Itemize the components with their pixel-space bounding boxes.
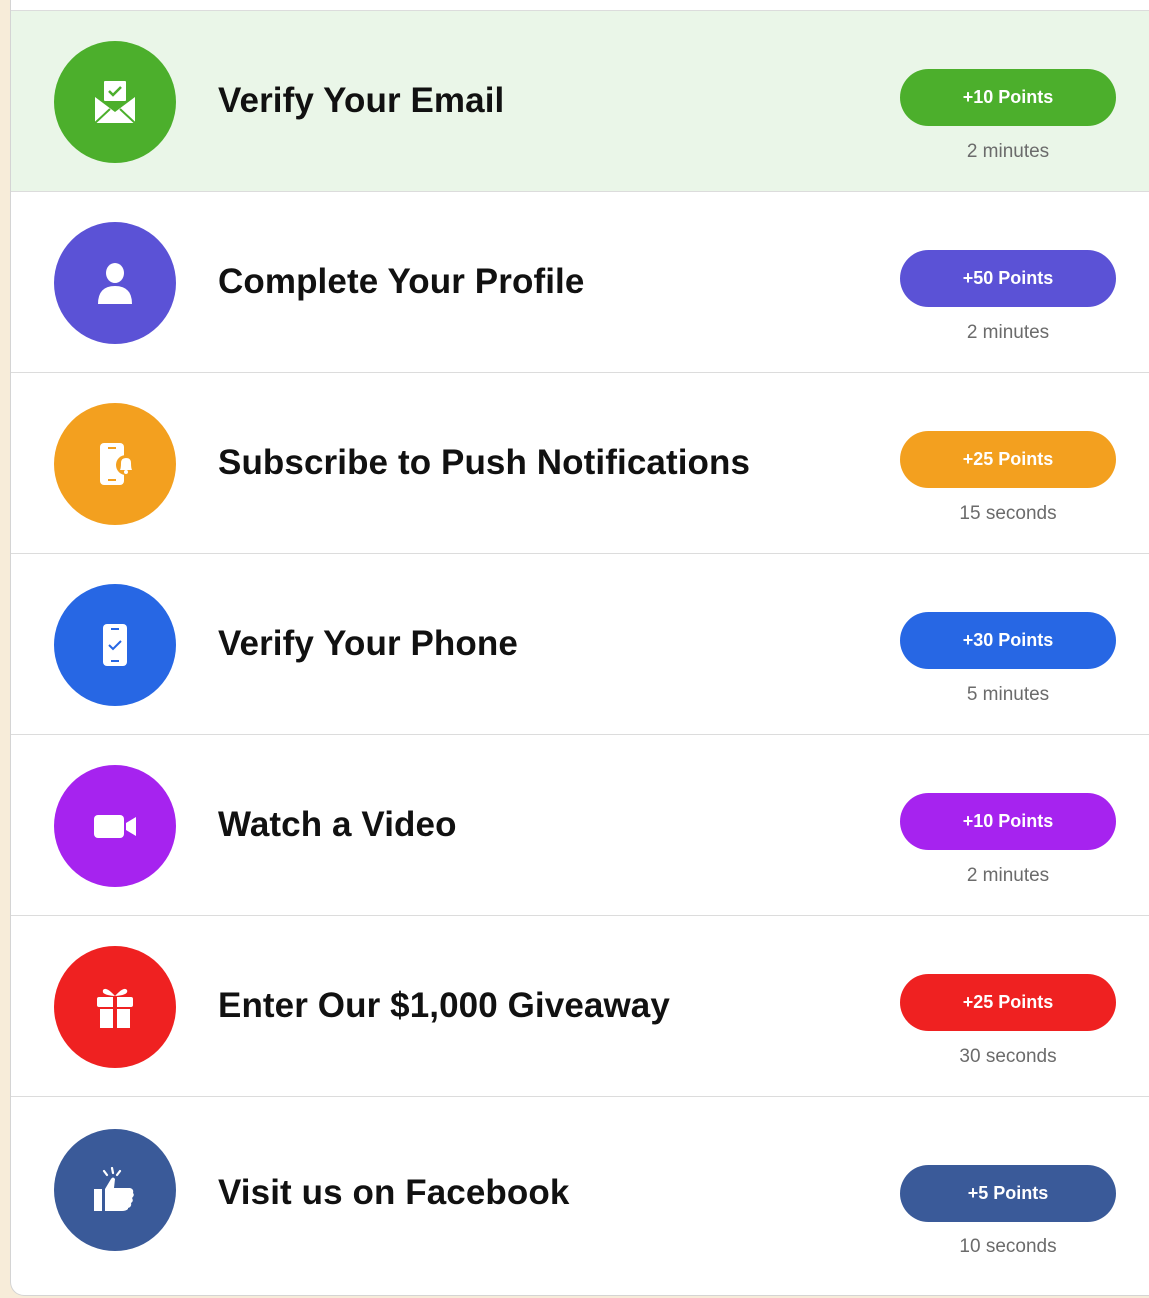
points-button[interactable]: +25 Points — [900, 974, 1116, 1031]
thumbs-up-icon — [94, 1167, 134, 1211]
task-icon-circle — [54, 1129, 176, 1251]
task-title: Complete Your Profile — [218, 262, 585, 301]
points-button[interactable]: +30 Points — [900, 612, 1116, 669]
task-duration: 2 minutes — [966, 865, 1050, 886]
task-row-push-notifications[interactable]: Subscribe to Push Notifications +25 Poin… — [11, 373, 1149, 554]
task-duration: 10 seconds — [959, 1236, 1057, 1257]
task-row-watch-video[interactable]: Watch a Video +10 Points 2 minutes — [11, 735, 1149, 916]
task-row-verify-email[interactable]: Verify Your Email +10 Points 2 minutes — [11, 11, 1149, 192]
email-check-icon — [94, 81, 136, 124]
task-icon-circle — [54, 946, 176, 1068]
task-duration: 2 minutes — [966, 322, 1050, 343]
task-row-verify-phone[interactable]: Verify Your Phone +30 Points 5 minutes — [11, 554, 1149, 735]
video-camera-icon — [94, 815, 136, 838]
points-button[interactable]: +5 Points — [900, 1165, 1116, 1222]
task-row-facebook[interactable]: Visit us on Facebook +5 Points 10 second… — [11, 1097, 1149, 1295]
task-icon-circle — [54, 41, 176, 163]
task-duration: 15 seconds — [959, 503, 1057, 524]
task-row-giveaway[interactable]: Enter Our $1,000 Giveaway +25 Points 30 … — [11, 916, 1149, 1097]
task-duration: 30 seconds — [959, 1046, 1057, 1067]
task-icon-circle — [54, 222, 176, 344]
phone-check-icon — [103, 624, 127, 666]
gift-icon — [97, 988, 133, 1028]
task-title: Enter Our $1,000 Giveaway — [218, 986, 670, 1025]
task-title: Verify Your Email — [218, 81, 505, 120]
task-title: Subscribe to Push Notifications — [218, 443, 751, 482]
task-icon-circle — [54, 765, 176, 887]
points-button[interactable]: +50 Points — [900, 250, 1116, 307]
task-title: Visit us on Facebook — [218, 1173, 570, 1212]
task-title: Watch a Video — [218, 805, 457, 844]
phone-bell-icon — [100, 443, 136, 485]
points-button[interactable]: +25 Points — [900, 431, 1116, 488]
task-duration: 5 minutes — [966, 684, 1050, 705]
points-button[interactable]: +10 Points — [900, 793, 1116, 850]
task-row-complete-profile[interactable]: Complete Your Profile +50 Points 2 minut… — [11, 192, 1149, 373]
task-list-panel: Verify Your Email +10 Points 2 minutes C… — [10, 0, 1149, 1296]
task-icon-circle — [54, 403, 176, 525]
points-button[interactable]: +10 Points — [900, 69, 1116, 126]
task-duration: 2 minutes — [966, 141, 1050, 162]
task-title: Verify Your Phone — [218, 624, 518, 663]
task-icon-circle — [54, 584, 176, 706]
user-icon — [98, 263, 132, 304]
